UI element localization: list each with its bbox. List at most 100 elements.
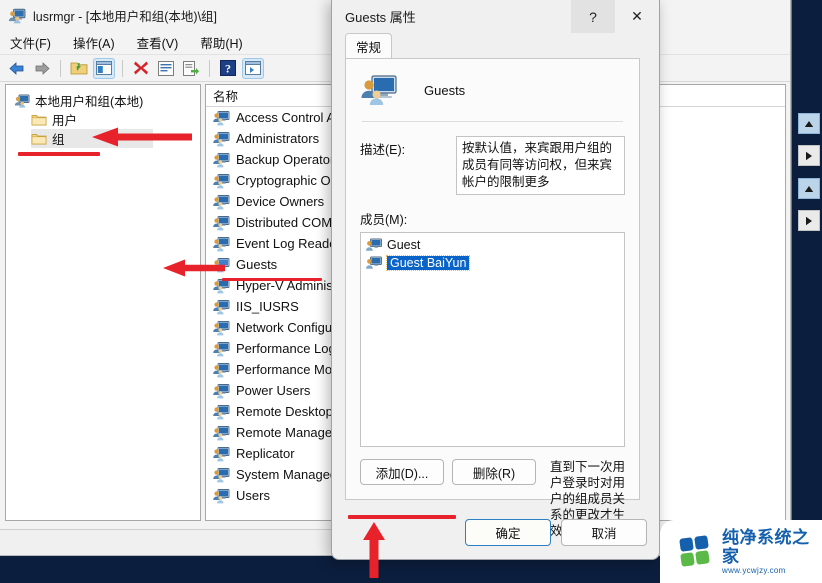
- group-icon: [361, 75, 397, 105]
- tab-general[interactable]: 常规: [345, 33, 393, 58]
- description-field-row: 描述(E): 按默认值，来宾跟用户组的成员有同等访问权，但来宾帐户的限制更多: [346, 122, 639, 195]
- scroll-right-button-1[interactable]: [798, 145, 820, 166]
- annotation-underline-group-tree: [18, 152, 100, 156]
- close-icon: ✕: [631, 8, 643, 24]
- group-icon: [213, 488, 230, 503]
- user-icon: [366, 256, 382, 269]
- group-header: Guests: [346, 59, 639, 107]
- folder-icon: [31, 114, 47, 125]
- window-title-text: lusrmgr - [本地用户和组(本地)\组]: [33, 10, 218, 24]
- show-action-pane-icon[interactable]: [242, 57, 264, 79]
- description-input[interactable]: 按默认值，来宾跟用户组的成员有同等访问权，但来宾帐户的限制更多: [456, 136, 625, 195]
- export-list-icon[interactable]: [180, 58, 202, 79]
- remove-button[interactable]: 删除(R): [452, 459, 536, 485]
- group-icon: [213, 425, 230, 440]
- list-item-label: Cryptographic Op: [236, 173, 338, 188]
- group-icon: [213, 299, 230, 314]
- list-item-label: IIS_IUSRS: [236, 299, 299, 314]
- member-row[interactable]: Guest: [363, 236, 622, 254]
- menu-help[interactable]: 帮助(H): [198, 32, 244, 53]
- group-icon: [213, 362, 230, 377]
- ok-button-label: 确定: [495, 526, 521, 541]
- menu-view[interactable]: 查看(V): [135, 32, 181, 53]
- member-name-label: Guest BaiYun: [385, 255, 471, 271]
- description-label: 描述(E):: [360, 143, 406, 157]
- dialog-title-text: Guests 属性: [345, 10, 416, 25]
- close-button[interactable]: ✕: [615, 0, 659, 33]
- dialog-titlebar: Guests 属性 ? ✕: [332, 0, 659, 33]
- group-name-label: Guests: [424, 82, 466, 98]
- user-icon: [366, 238, 382, 251]
- tab-general-label: 常规: [356, 40, 382, 55]
- list-item-label: Performance Mon: [236, 362, 340, 377]
- group-icon: [213, 110, 230, 125]
- watermark-title: 纯净系统之家: [722, 528, 810, 566]
- list-item-label: Backup Operators: [236, 152, 341, 167]
- list-item-label: Users: [236, 488, 270, 503]
- svg-text:?: ?: [225, 61, 231, 75]
- list-item-label: Remote Managem: [236, 425, 343, 440]
- triangle-up-icon: [804, 120, 814, 127]
- annotation-underline-add-button: [348, 515, 456, 519]
- cancel-button[interactable]: 取消: [561, 518, 647, 546]
- group-icon: [213, 341, 230, 356]
- watermark-text: 纯净系统之家 www.ycwjzy.com: [722, 528, 822, 575]
- watermark: 纯净系统之家 www.ycwjzy.com: [660, 520, 822, 583]
- group-icon: [213, 131, 230, 146]
- annotation-arrow-to-group: [92, 127, 192, 147]
- help-icon[interactable]: ?: [217, 58, 239, 79]
- annotation-arrow-up-to-add: [363, 522, 385, 578]
- triangle-right-icon: [806, 151, 812, 160]
- properties-icon[interactable]: [155, 58, 177, 79]
- show-hide-tree-icon[interactable]: [93, 57, 115, 79]
- members-listbox[interactable]: Guest Guest BaiYun: [360, 232, 625, 447]
- add-button-label: 添加(D)...: [375, 466, 429, 481]
- triangle-up-icon: [804, 185, 814, 192]
- group-icon: [213, 194, 230, 209]
- watermark-url: www.ycwjzy.com: [722, 566, 786, 575]
- group-icon: [213, 404, 230, 419]
- computer-users-icon: [8, 8, 26, 23]
- tab-strip: 常规: [332, 33, 659, 58]
- list-item-label: Access Control As: [236, 110, 342, 125]
- member-name-label: Guest: [387, 238, 421, 252]
- guests-properties-dialog: Guests 属性 ? ✕ 常规 Guests 描述(E): 按默认值，来宾跟用…: [331, 0, 660, 560]
- scroll-up-button-1[interactable]: [798, 113, 820, 134]
- scroll-up-button-2[interactable]: [798, 178, 820, 199]
- member-row[interactable]: Guest BaiYun: [363, 254, 622, 272]
- watermark-logo-icon: [679, 534, 714, 568]
- toolbar-separator: [209, 59, 210, 77]
- tree-node-groups-label: 组: [52, 133, 65, 147]
- list-item-label: Administrators: [236, 131, 320, 146]
- scroll-right-button-2[interactable]: [798, 210, 820, 231]
- computer-users-icon: [14, 94, 30, 108]
- list-item-label: Distributed COM U: [236, 215, 346, 230]
- tab-page-general: Guests 描述(E): 按默认值，来宾跟用户组的成员有同等访问权，但来宾帐户…: [345, 58, 640, 538]
- help-button[interactable]: ?: [571, 0, 615, 33]
- list-item-label: Performance Log: [236, 341, 336, 356]
- list-item-label: Network Configura: [236, 320, 344, 335]
- column-header-name: 名称: [213, 90, 239, 104]
- list-item-label: Device Owners: [236, 194, 325, 209]
- group-icon: [213, 215, 230, 230]
- back-arrow-icon[interactable]: [6, 58, 28, 79]
- annotation-underline-guests: [222, 278, 322, 281]
- folder-icon: [31, 133, 47, 144]
- delete-icon[interactable]: [130, 58, 152, 79]
- list-item-label: Replicator: [236, 446, 295, 461]
- up-folder-icon[interactable]: [68, 58, 90, 79]
- menu-file[interactable]: 文件(F): [8, 32, 53, 53]
- add-button[interactable]: 添加(D)...: [360, 459, 444, 485]
- tree-pane: 本地用户和组(本地) 用户 组: [5, 84, 201, 521]
- cancel-button-label: 取消: [591, 526, 617, 541]
- list-item-label: System Managed: [236, 467, 338, 482]
- question-mark-icon: ?: [589, 8, 597, 25]
- forward-arrow-icon[interactable]: [31, 58, 53, 79]
- list-item-label: Power Users: [236, 383, 311, 398]
- menu-action[interactable]: 操作(A): [71, 32, 117, 53]
- toolbar-separator: [60, 59, 61, 77]
- tree-root-node[interactable]: 本地用户和组(本地): [6, 91, 200, 110]
- members-label: 成员(M):: [360, 213, 408, 227]
- ok-button[interactable]: 确定: [465, 518, 551, 546]
- group-icon: [213, 446, 230, 461]
